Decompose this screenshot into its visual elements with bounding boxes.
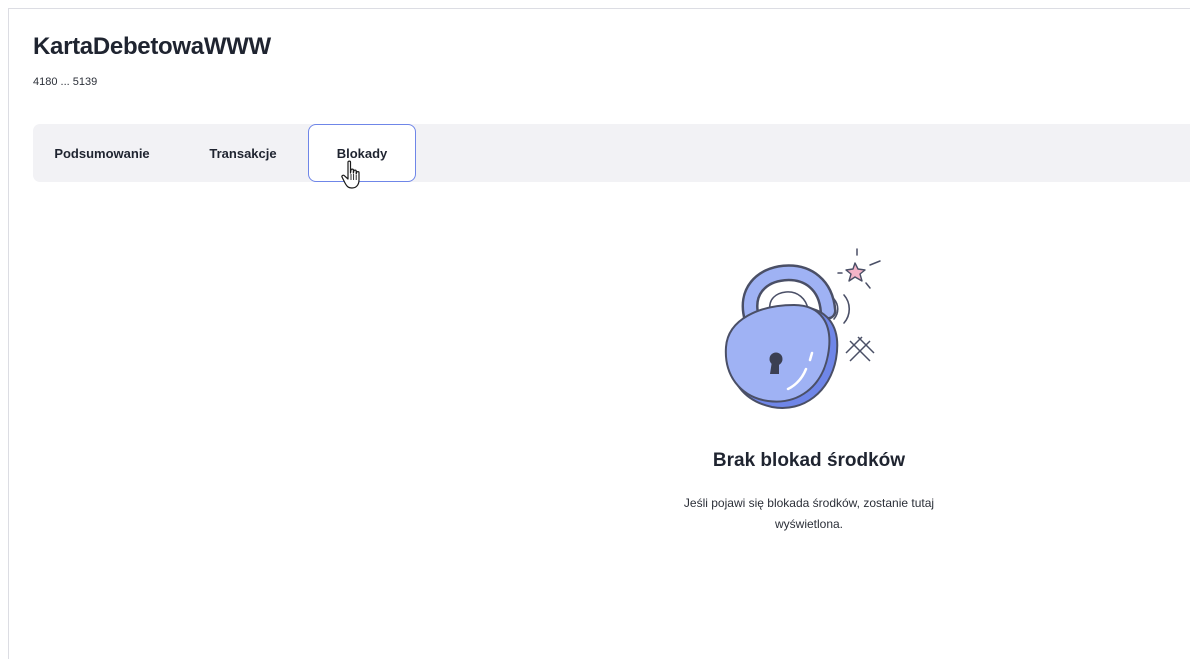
tab-blokady[interactable]: Blokady xyxy=(308,124,416,182)
tab-transakcje[interactable]: Transakcje xyxy=(193,124,293,182)
card-number: 4180 ... 5139 xyxy=(33,76,98,88)
tab-bar: Podsumowanie Transakcje Blokady xyxy=(33,124,1190,182)
padlock-icon xyxy=(724,248,881,409)
empty-state-title: Brak blokad środków xyxy=(712,450,906,471)
empty-state-description: Jeśli pojawi się blokada środków, zostan… xyxy=(683,496,935,531)
card-details-panel: KartaDebetowaWWW 4180 ... 5139 Podsumowa… xyxy=(8,8,1190,659)
card-name: KartaDebetowaWWW xyxy=(33,33,271,60)
tab-podsumowanie[interactable]: Podsumowanie xyxy=(41,124,163,182)
